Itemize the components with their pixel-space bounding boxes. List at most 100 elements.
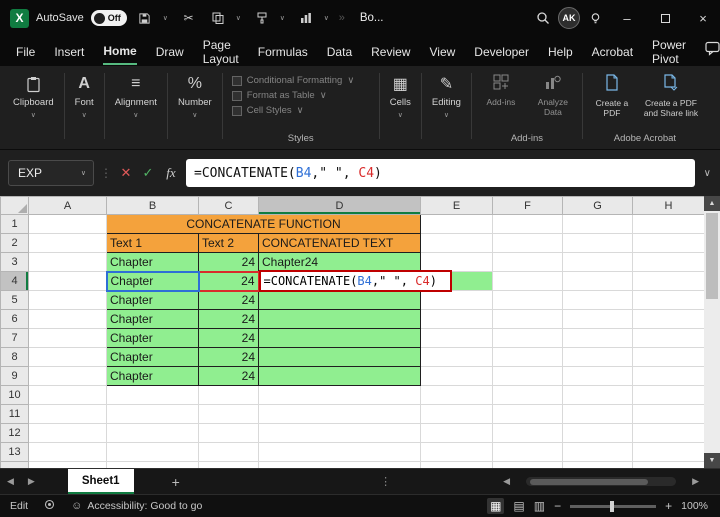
cell[interactable] [632, 233, 704, 253]
cell-c3[interactable]: 24 [198, 252, 259, 272]
cell[interactable] [28, 252, 107, 272]
hscroll-left-icon[interactable]: ◀ [496, 476, 517, 487]
create-pdf-button[interactable]: Create a PDF [586, 66, 638, 118]
cell[interactable] [258, 385, 421, 405]
menu-draw[interactable]: Draw [156, 39, 184, 64]
cell[interactable] [632, 366, 704, 386]
cell-d9[interactable] [258, 366, 421, 386]
cell[interactable] [632, 385, 704, 405]
cell[interactable] [420, 328, 493, 348]
cell[interactable] [420, 385, 493, 405]
menu-insert[interactable]: Insert [54, 39, 84, 64]
cell[interactable] [562, 328, 633, 348]
zoom-slider[interactable] [570, 500, 657, 512]
cell[interactable] [632, 214, 704, 234]
cell-b6[interactable]: Chapter [106, 309, 199, 329]
sheet-prev-icon[interactable]: ◀ [0, 476, 21, 487]
menu-view[interactable]: View [429, 39, 455, 64]
cell[interactable] [492, 233, 563, 253]
format-as-table-button[interactable]: Format as Table ∨ [226, 90, 376, 101]
cell-c9[interactable]: 24 [198, 366, 259, 386]
cell[interactable] [562, 290, 633, 310]
cell[interactable] [492, 347, 563, 367]
cell[interactable] [562, 309, 633, 329]
row-header[interactable]: 3 [0, 252, 29, 272]
cell[interactable] [420, 423, 493, 443]
cell[interactable] [492, 328, 563, 348]
zoom-slider-thumb[interactable] [610, 500, 615, 512]
horizontal-scrollbar[interactable] [526, 477, 677, 486]
row-header[interactable]: 8 [0, 347, 29, 367]
autosave-toggle[interactable]: Off [90, 10, 127, 26]
macro-record-icon[interactable] [44, 499, 55, 513]
chart-icon[interactable] [295, 6, 317, 30]
zoom-level[interactable]: 100% [681, 500, 708, 512]
normal-view-icon[interactable]: ▦ [487, 498, 505, 514]
menu-page-layout[interactable]: Page Layout [203, 32, 239, 71]
cell[interactable] [492, 252, 563, 272]
cell-c5[interactable]: 24 [198, 290, 259, 310]
cell[interactable] [562, 385, 633, 405]
save-icon[interactable] [134, 6, 156, 30]
row-header[interactable]: 13 [0, 442, 29, 462]
name-box[interactable]: EXP ∨ [8, 160, 94, 186]
painter-dropdown-icon[interactable]: ∨ [280, 14, 288, 22]
cell[interactable] [258, 442, 421, 462]
column-header-e[interactable]: E [420, 196, 493, 215]
close-button[interactable]: × [686, 0, 720, 36]
cell[interactable] [562, 347, 633, 367]
row-header[interactable]: 7 [0, 328, 29, 348]
cell-c8[interactable]: 24 [198, 347, 259, 367]
cell-c7[interactable]: 24 [198, 328, 259, 348]
cell[interactable] [28, 423, 107, 443]
vertical-scrollbar[interactable]: ▲ ▼ [704, 196, 720, 468]
cell-b7[interactable]: Chapter [106, 328, 199, 348]
cell[interactable] [28, 290, 107, 310]
menu-power-pivot[interactable]: Power Pivot [652, 32, 686, 71]
column-header-h[interactable]: H [632, 196, 704, 215]
cell[interactable] [492, 423, 563, 443]
cell[interactable] [562, 404, 633, 424]
menu-data[interactable]: Data [327, 39, 352, 64]
number-group-button[interactable]: % Number ∨ [171, 66, 219, 149]
in-cell-formula-editor[interactable]: =CONCATENATE(B4 ," ", C4) [258, 270, 452, 292]
toolbar-overflow-icon[interactable]: » [339, 12, 345, 24]
sheet-next-icon[interactable]: ▶ [21, 476, 42, 487]
cell[interactable] [28, 347, 107, 367]
cell[interactable] [632, 404, 704, 424]
comments-icon[interactable] [705, 41, 720, 61]
cell[interactable] [420, 404, 493, 424]
menu-developer[interactable]: Developer [474, 39, 529, 64]
cell[interactable] [28, 385, 107, 405]
cell[interactable] [198, 385, 259, 405]
column-header-d[interactable]: D [258, 196, 421, 215]
copy-dropdown-icon[interactable]: ∨ [236, 14, 244, 22]
cell[interactable] [632, 271, 704, 291]
vertical-scroll-thumb[interactable] [706, 213, 718, 299]
cancel-icon[interactable]: ✕ [118, 165, 134, 181]
cell[interactable] [562, 271, 633, 291]
row-header[interactable]: 6 [0, 309, 29, 329]
cell-d4-editing[interactable]: =CONCATENATE(B4 ," ", C4) [258, 270, 452, 292]
column-header-g[interactable]: G [562, 196, 633, 215]
cell[interactable] [198, 423, 259, 443]
row-header[interactable]: 12 [0, 423, 29, 443]
cell[interactable] [28, 309, 107, 329]
cell-title[interactable]: CONCATENATE FUNCTION [106, 214, 421, 234]
row-header[interactable]: 1 [0, 214, 29, 234]
cell-b4-referenced[interactable]: Chapter [105, 270, 200, 292]
cell[interactable] [632, 347, 704, 367]
cell[interactable] [492, 271, 563, 291]
cell[interactable] [492, 309, 563, 329]
cell-d5[interactable] [258, 290, 421, 310]
column-header-a[interactable]: A [28, 196, 107, 215]
cell-d8[interactable] [258, 347, 421, 367]
zoom-out-icon[interactable]: − [554, 499, 561, 513]
cell[interactable] [198, 404, 259, 424]
cell[interactable] [492, 442, 563, 462]
chart-dropdown-icon[interactable]: ∨ [324, 14, 332, 22]
clipboard-group-button[interactable]: Clipboard ∨ [6, 66, 61, 149]
create-pdf-share-button[interactable]: Create a PDF and Share link [638, 66, 704, 118]
column-header-f[interactable]: F [492, 196, 563, 215]
cell[interactable] [198, 442, 259, 462]
